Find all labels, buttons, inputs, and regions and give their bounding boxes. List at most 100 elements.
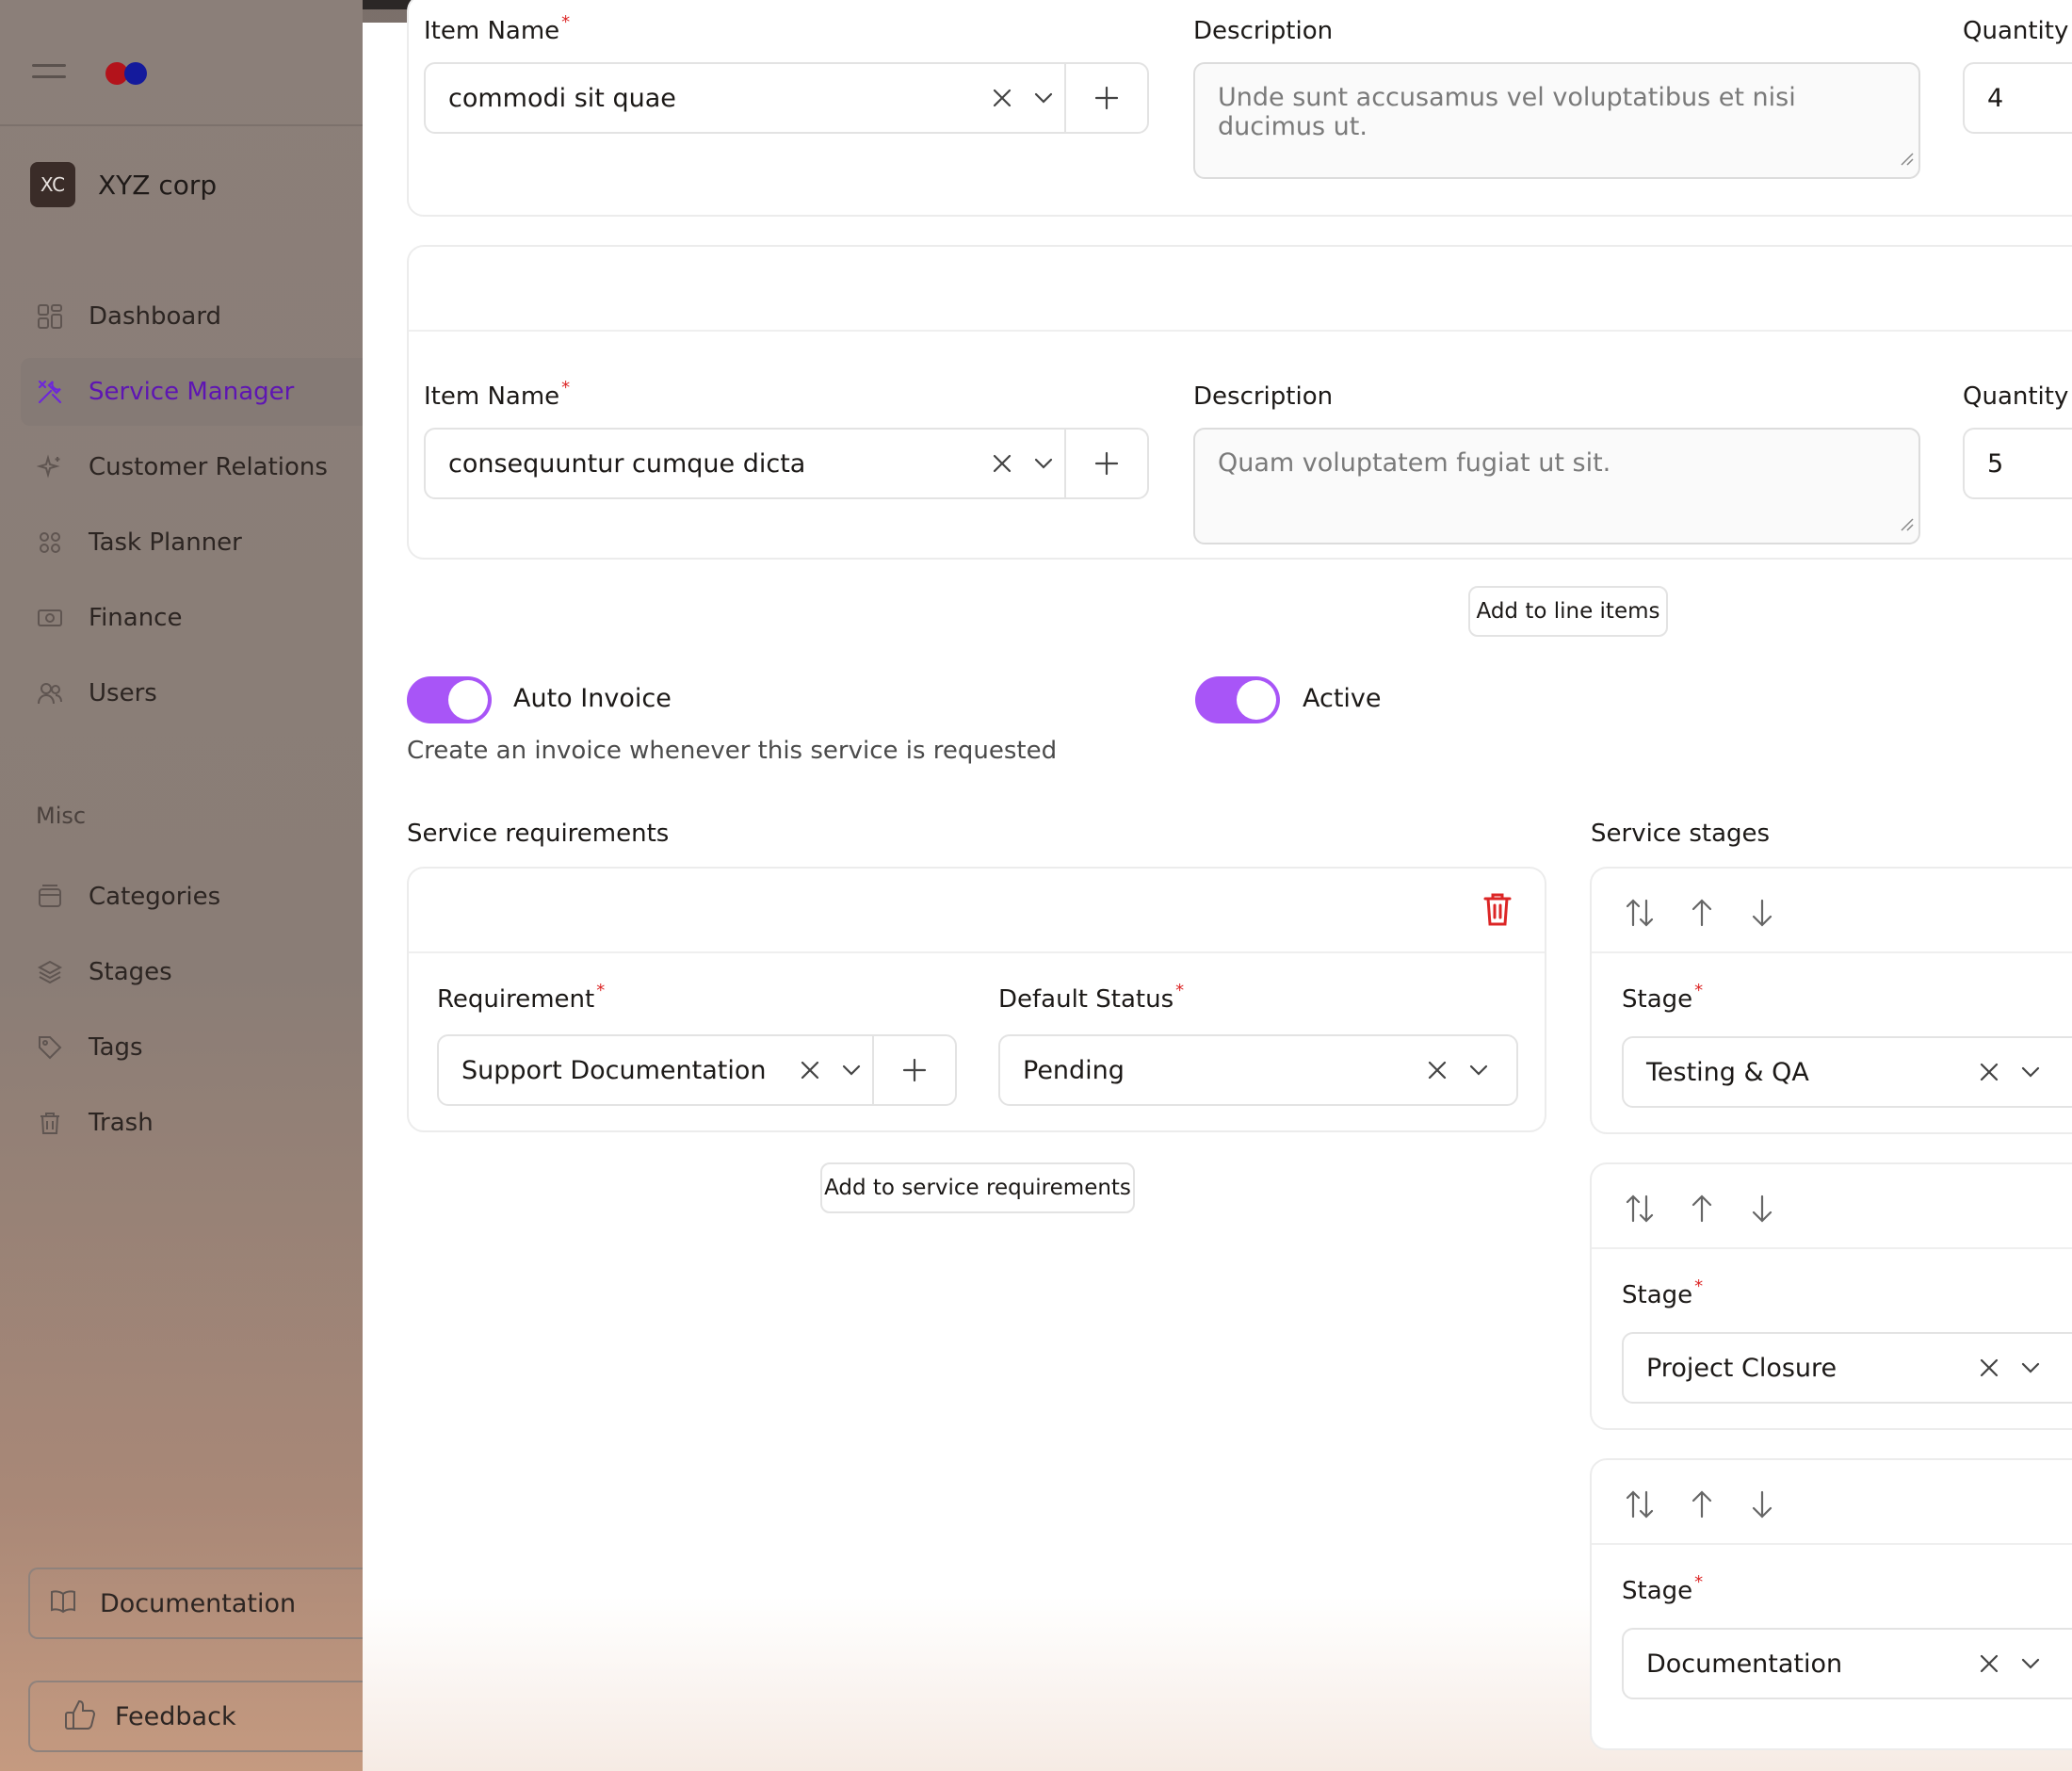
- active-toggle[interactable]: [1195, 676, 1280, 723]
- item-name-value: consequuntur cumque dicta: [448, 448, 806, 479]
- requirement-value: Support Documentation: [461, 1055, 767, 1085]
- chevron-down-icon[interactable]: [2010, 1361, 2051, 1374]
- description-value: Quam voluptatem fugiat ut sit.: [1218, 448, 1611, 478]
- clear-icon[interactable]: [1416, 1060, 1458, 1080]
- description-textarea[interactable]: Quam voluptatem fugiat ut sit.: [1193, 428, 1920, 544]
- clear-icon[interactable]: [1968, 1062, 2010, 1082]
- stage-select[interactable]: Documentation: [1622, 1628, 2072, 1699]
- sidebar-item-service-manager[interactable]: Service Manager: [21, 358, 363, 426]
- sidebar-item-trash[interactable]: Trash: [21, 1089, 363, 1157]
- documentation-label: Documentation: [100, 1588, 297, 1618]
- service-requirements-title: Service requirements: [407, 820, 670, 848]
- clear-icon[interactable]: [789, 1060, 831, 1080]
- stage-label: Stage *: [1622, 1572, 1704, 1605]
- move-up-icon[interactable]: [1688, 897, 1716, 933]
- sidebar-item-tags[interactable]: Tags: [21, 1014, 363, 1081]
- move-down-icon[interactable]: [1748, 1193, 1776, 1228]
- reorder-icon[interactable]: [1624, 897, 1656, 933]
- sidebar-item-label: Trash: [89, 1109, 154, 1137]
- sidebar: XC XYZ corp Dashboard Service Manager Cu…: [0, 0, 363, 1771]
- clear-icon[interactable]: [1968, 1653, 2010, 1674]
- cash-icon: [36, 604, 64, 632]
- users-icon: [36, 679, 64, 707]
- delete-icon[interactable]: [1482, 891, 1513, 931]
- chevron-down-icon[interactable]: [1023, 457, 1064, 470]
- chevron-down-icon[interactable]: [2010, 1065, 2051, 1079]
- trash-icon: [36, 1109, 64, 1137]
- sidebar-item-customer-relations[interactable]: Customer Relations: [21, 433, 363, 501]
- reorder-icon[interactable]: [1624, 1193, 1656, 1228]
- resize-handle-icon[interactable]: [1900, 144, 1915, 173]
- stage-select[interactable]: Project Closure: [1622, 1332, 2072, 1404]
- sidebar-item-label: Stages: [89, 958, 172, 986]
- sidebar-item-label: Categories: [89, 883, 221, 911]
- item-name-value: commodi sit quae: [448, 83, 676, 113]
- feedback-link[interactable]: Feedback: [28, 1681, 363, 1752]
- stage-card: Stage * Testing & QA: [1590, 867, 2072, 1134]
- layers-icon: [36, 958, 64, 986]
- clear-icon[interactable]: [981, 453, 1023, 474]
- move-down-icon[interactable]: [1748, 1488, 1776, 1524]
- description-textarea[interactable]: Unde sunt accusamus vel voluptatibus et …: [1193, 62, 1920, 179]
- move-up-icon[interactable]: [1688, 1193, 1716, 1228]
- add-item-button[interactable]: [1064, 64, 1147, 132]
- add-item-button[interactable]: [1064, 430, 1147, 497]
- move-up-icon[interactable]: [1688, 1488, 1716, 1524]
- card-header-divider: [1592, 951, 2072, 953]
- feedback-label: Feedback: [115, 1701, 236, 1731]
- sidebar-item-label: Customer Relations: [89, 453, 328, 481]
- sidebar-item-stages[interactable]: Stages: [21, 938, 363, 1006]
- app-logo: [105, 62, 151, 85]
- stage-label: Stage *: [1622, 981, 1704, 1014]
- chevron-down-icon[interactable]: [831, 1064, 872, 1077]
- sidebar-item-users[interactable]: Users: [21, 659, 363, 727]
- org-avatar: XC: [30, 162, 75, 207]
- description-label: Description: [1193, 17, 1334, 45]
- active-label: Active: [1303, 684, 1382, 713]
- sidebar-item-finance[interactable]: Finance: [21, 584, 363, 652]
- requirement-select[interactable]: Support Documentation: [437, 1034, 957, 1106]
- documentation-link[interactable]: Documentation: [28, 1568, 363, 1639]
- stage-card: Stage * Project Closure: [1590, 1162, 2072, 1430]
- sidebar-item-categories[interactable]: Categories: [21, 863, 363, 931]
- auto-invoice-toggle[interactable]: [407, 676, 492, 723]
- clear-icon[interactable]: [1968, 1357, 2010, 1378]
- default-status-value: Pending: [1023, 1055, 1125, 1085]
- clear-icon[interactable]: [981, 88, 1023, 108]
- sidebar-item-label: Dashboard: [89, 302, 222, 331]
- add-to-service-requirements-button[interactable]: Add to service requirements: [820, 1162, 1135, 1213]
- description-label: Description: [1193, 382, 1334, 411]
- add-requirement-button[interactable]: [872, 1036, 955, 1104]
- menu-icon[interactable]: [32, 64, 66, 83]
- org-name: XYZ corp: [98, 169, 218, 201]
- sidebar-item-dashboard[interactable]: Dashboard: [21, 283, 363, 350]
- add-to-line-items-button[interactable]: Add to line items: [1468, 586, 1668, 637]
- sidebar-divider: [0, 124, 363, 126]
- stage-value: Documentation: [1646, 1649, 1843, 1679]
- item-name-label: Item Name *: [424, 12, 571, 45]
- resize-handle-icon[interactable]: [1900, 510, 1915, 539]
- sidebar-item-task-planner[interactable]: Task Planner: [21, 509, 363, 577]
- item-name-label: Item Name *: [424, 378, 571, 411]
- stage-value: Testing & QA: [1646, 1057, 1809, 1087]
- item-name-select[interactable]: consequuntur cumque dicta: [424, 428, 1149, 499]
- description-value: Unde sunt accusamus vel voluptatibus et …: [1218, 83, 1796, 141]
- quantity-input[interactable]: 4: [1963, 62, 2072, 134]
- org-switcher[interactable]: XC XYZ corp: [30, 162, 217, 207]
- card-header-divider: [1592, 1543, 2072, 1545]
- move-down-icon[interactable]: [1748, 897, 1776, 933]
- item-name-select[interactable]: commodi sit quae: [424, 62, 1149, 134]
- sparkle-icon: [36, 453, 64, 481]
- stage-label: Stage *: [1622, 1276, 1704, 1309]
- service-stages-title: Service stages: [1591, 820, 1771, 848]
- quantity-input[interactable]: 5: [1963, 428, 2072, 499]
- default-status-select[interactable]: Pending: [998, 1034, 1518, 1106]
- auto-invoice-label: Auto Invoice: [513, 684, 672, 713]
- line-item-card: Item Name * commodi sit quae Description …: [407, 0, 2072, 217]
- chevron-down-icon[interactable]: [1023, 91, 1064, 105]
- chevron-down-icon[interactable]: [2010, 1657, 2051, 1670]
- chevron-down-icon[interactable]: [1458, 1064, 1499, 1077]
- reorder-icon[interactable]: [1624, 1488, 1656, 1524]
- card-header-divider: [409, 330, 2072, 332]
- stage-select[interactable]: Testing & QA: [1622, 1036, 2072, 1108]
